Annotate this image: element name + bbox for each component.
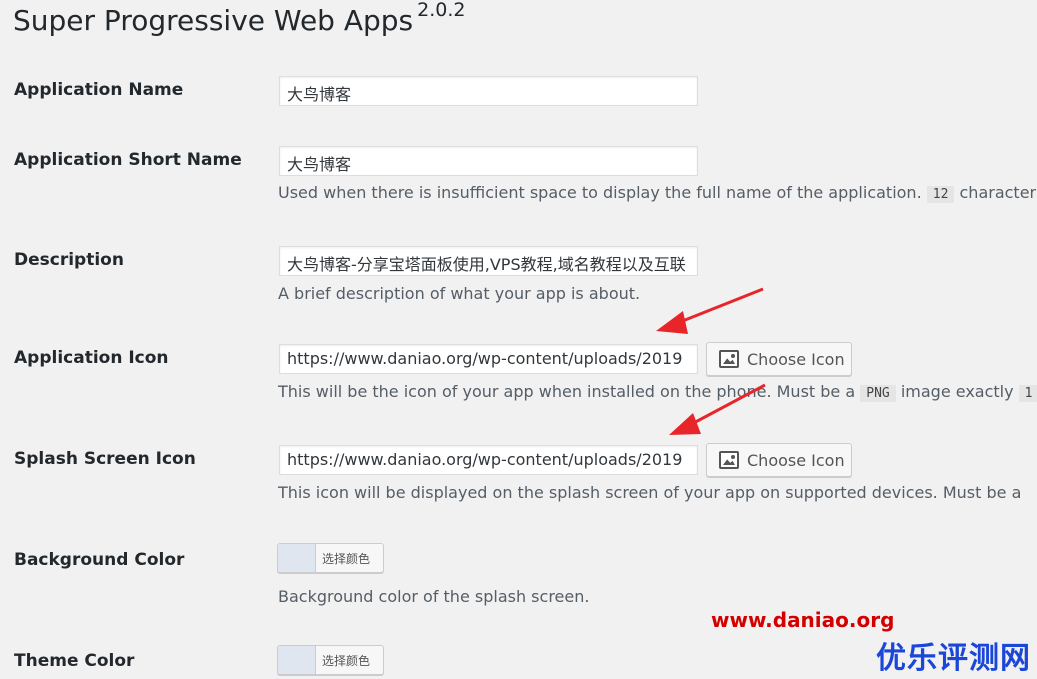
application-icon-url-input[interactable]: https://www.daniao.org/wp-content/upload… (279, 344, 698, 374)
application-name-label: Application Name (14, 80, 184, 100)
short-name-help-suffix: character (959, 183, 1037, 202)
short-name-help-text: Used when there is insufficient space to… (278, 183, 922, 202)
red-arrow-shaft-1 (674, 287, 764, 326)
description-label: Description (14, 250, 124, 270)
choose-splash-icon-button[interactable]: Choose Icon (706, 443, 852, 477)
background-color-picker-label: 选择颜色 (322, 551, 371, 566)
description-help: A brief description of what your app is … (278, 284, 641, 303)
image-icon (719, 350, 739, 368)
version-label: 2.0.2 (417, 0, 466, 21)
choose-application-icon-button[interactable]: Choose Icon (706, 342, 852, 376)
application-short-name-label: Application Short Name (14, 150, 242, 170)
theme-color-swatch (278, 646, 316, 674)
png-code: PNG (860, 385, 896, 402)
application-icon-label: Application Icon (14, 348, 169, 368)
description-input[interactable]: 大鸟博客-分享宝塔面板使用,VPS教程,域名教程以及互联 (279, 246, 698, 276)
red-arrowhead-1 (656, 311, 688, 334)
short-name-help: Used when there is insufficient space to… (278, 183, 1036, 203)
application-short-name-input[interactable]: 大鸟博客 (279, 146, 698, 176)
theme-color-picker-label: 选择颜色 (322, 653, 371, 668)
application-icon-help-text: This will be the icon of your app when i… (278, 382, 856, 401)
background-color-label: Background Color (14, 550, 185, 570)
splash-icon-help: This icon will be displayed on the splas… (278, 483, 1022, 502)
application-icon-help: This will be the icon of your app when i… (278, 382, 1037, 402)
watermark-url: www.daniao.org (711, 608, 895, 632)
background-color-swatch (278, 544, 316, 572)
splash-screen-icon-url-input[interactable]: https://www.daniao.org/wp-content/upload… (279, 445, 698, 475)
image-icon (719, 451, 739, 469)
theme-color-label: Theme Color (14, 651, 135, 671)
theme-color-picker-button[interactable]: 选择颜色 (277, 645, 384, 675)
application-icon-help-suffix: image exactly (900, 382, 1014, 401)
watermark-site-name: 优乐评测网 (876, 641, 1031, 676)
background-color-picker-button[interactable]: 选择颜色 (277, 543, 384, 573)
splash-screen-icon-label: Splash Screen Icon (14, 449, 196, 469)
choose-icon-label: Choose Icon (747, 349, 845, 369)
background-color-help: Background color of the splash screen. (278, 587, 590, 606)
page-title-text: Super Progressive Web Apps (13, 4, 414, 37)
short-name-char-count: 12 (926, 186, 955, 203)
red-arrowhead-2 (669, 413, 701, 435)
choose-icon-label: Choose Icon (747, 450, 845, 470)
icon-size-code: 1 (1018, 385, 1037, 402)
page-title: Super Progressive Web Apps 2.0.2 (13, 0, 466, 37)
application-name-input[interactable]: 大鸟博客 (279, 76, 698, 106)
